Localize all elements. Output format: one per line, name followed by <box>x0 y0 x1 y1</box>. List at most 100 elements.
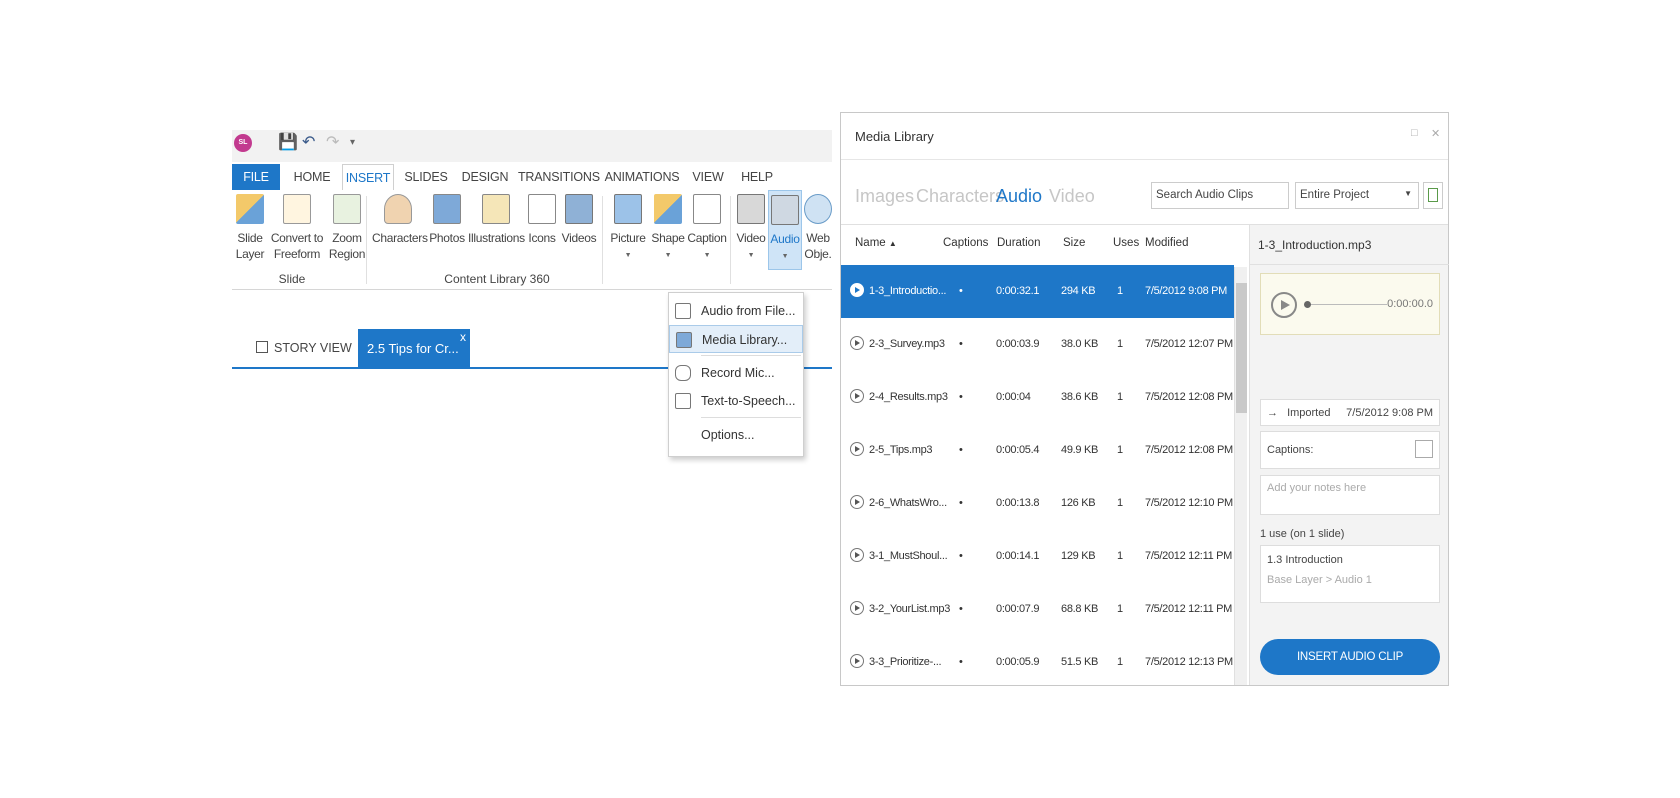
cell-uses: 1 <box>1117 285 1123 297</box>
characters-button[interactable]: Characters <box>372 194 428 246</box>
play-icon[interactable] <box>850 495 864 509</box>
seek-handle[interactable] <box>1304 301 1311 308</box>
column-name[interactable]: Name ▲ <box>855 237 897 249</box>
convert-freeform-button[interactable]: Convert to Freeform <box>270 194 324 262</box>
column-duration[interactable]: Duration <box>997 237 1040 249</box>
table-row[interactable]: 3-2_YourList.mp3 • 0:00:07.9 68.8 KB 1 7/5/20… <box>841 583 1234 636</box>
play-icon[interactable] <box>850 389 864 403</box>
web-object-button[interactable]: Web Obje. <box>804 194 832 262</box>
audio-file-icon <box>675 303 691 319</box>
tab-animations[interactable]: ANIMATIONS <box>602 164 682 190</box>
cell-captions: • <box>959 603 963 615</box>
video-button[interactable]: Video ▼ <box>734 194 768 264</box>
seek-track[interactable] <box>1307 304 1387 305</box>
caption-button[interactable]: Caption ▼ <box>686 194 728 264</box>
hand-icon <box>528 194 556 224</box>
cell-size: 38.6 KB <box>1061 391 1099 403</box>
captions-import-button[interactable] <box>1415 440 1433 458</box>
slide-layer-button[interactable]: Slide Layer <box>232 194 268 262</box>
story-view-tab[interactable]: STORY VIEW <box>256 341 352 355</box>
table-row[interactable]: 3-3_Prioritize-... • 0:00:05.9 51.5 KB 1 7/5/… <box>841 636 1234 689</box>
table-row[interactable]: 2-3_Survey.mp3 • 0:00:03.9 38.0 KB 1 7/5/2012… <box>841 318 1234 371</box>
menu-item-media-library[interactable]: Media Library... <box>669 325 803 353</box>
tab-slides[interactable]: SLIDES <box>400 164 452 190</box>
tab-transitions[interactable]: TRANSITIONS <box>518 164 600 190</box>
audio-button[interactable]: Audio ▼ <box>768 190 802 270</box>
cell-name: 3-3_Prioritize-... <box>869 656 942 668</box>
imported-label: Imported <box>1287 407 1331 419</box>
picture-icon <box>614 194 642 224</box>
globe-icon <box>804 194 832 224</box>
close-icon[interactable]: ✕ <box>1431 127 1440 140</box>
close-icon[interactable]: x <box>460 317 466 357</box>
play-icon[interactable] <box>850 336 864 350</box>
chevron-down-icon: ▼ <box>624 252 632 259</box>
column-modified[interactable]: Modified <box>1145 237 1188 249</box>
column-captions[interactable]: Captions <box>943 237 988 249</box>
tab-view[interactable]: VIEW <box>690 164 726 190</box>
tab-images[interactable]: Images <box>855 186 914 207</box>
column-size[interactable]: Size <box>1063 237 1085 249</box>
picture-button[interactable]: Picture ▼ <box>608 194 648 264</box>
menu-item-audio-from-file[interactable]: Audio from File... <box>669 297 803 325</box>
save-icon[interactable]: 💾 <box>278 133 298 153</box>
videos-button[interactable]: Videos <box>560 194 598 246</box>
scrollbar-thumb[interactable] <box>1236 283 1247 413</box>
tab-audio[interactable]: Audio <box>996 186 1042 207</box>
cell-size: 38.0 KB <box>1061 338 1099 350</box>
table-row[interactable]: 2-4_Results.mp3 • 0:00:04 38.6 KB 1 7/5/2012 … <box>841 371 1234 424</box>
video-library-icon <box>565 194 593 224</box>
cell-duration: 0:00:03.9 <box>996 338 1040 350</box>
table-row[interactable]: 2-6_WhatsWro... • 0:00:13.8 126 KB 1 7/5/2012… <box>841 477 1234 530</box>
notes-textarea[interactable]: Add your notes here <box>1260 475 1440 515</box>
cell-size: 49.9 KB <box>1061 444 1099 456</box>
tab-help[interactable]: HELP <box>736 164 778 190</box>
icons-button[interactable]: Icons <box>526 194 558 246</box>
menu-item-text-to-speech[interactable]: Text-to-Speech... <box>669 387 803 415</box>
undo-icon[interactable]: ↶ <box>302 133 315 153</box>
play-icon[interactable] <box>850 442 864 456</box>
audio-label: Audio <box>770 232 800 246</box>
cell-name: 3-2_YourList.mp3 <box>869 603 951 615</box>
insert-audio-clip-button[interactable]: INSERT AUDIO CLIP <box>1260 639 1440 675</box>
shape-button[interactable]: Shape ▼ <box>650 194 686 264</box>
import-button[interactable] <box>1423 182 1443 209</box>
table-row[interactable]: 2-5_Tips.mp3 • 0:00:05.4 49.9 KB 1 7/5/2012 1… <box>841 424 1234 477</box>
cell-duration: 0:00:04 <box>996 391 1031 403</box>
cell-modified: 7/5/2012 12:10 PM <box>1145 497 1233 509</box>
illustrations-button[interactable]: Illustrations <box>468 194 525 246</box>
zoom-region-button[interactable]: Zoom Region <box>324 194 370 262</box>
tab-design[interactable]: DESIGN <box>458 164 512 190</box>
usage-slide[interactable]: 1.3 Introduction <box>1267 554 1433 566</box>
cell-modified: 7/5/2012 12:11 PM <box>1145 603 1233 615</box>
menu-divider <box>701 417 801 418</box>
cell-size: 68.8 KB <box>1061 603 1099 615</box>
play-icon[interactable] <box>850 283 864 297</box>
search-audio-input[interactable]: Search Audio Clips <box>1151 182 1289 209</box>
tab-video[interactable]: Video <box>1049 186 1095 207</box>
photos-button[interactable]: Photos <box>428 194 466 246</box>
tab-characters[interactable]: Characters <box>916 186 1004 207</box>
menu-item-label: Text-to-Speech... <box>701 394 796 408</box>
tab-file[interactable]: FILE <box>232 164 280 190</box>
menu-item-record-mic[interactable]: Record Mic... <box>669 359 803 387</box>
play-icon[interactable] <box>850 548 864 562</box>
column-uses[interactable]: Uses <box>1113 237 1139 249</box>
customize-qat-icon[interactable]: ▾ <box>350 133 355 153</box>
play-icon[interactable] <box>850 654 864 668</box>
tab-home[interactable]: HOME <box>288 164 336 190</box>
illustrations-label: Illustrations <box>468 231 525 245</box>
table-row[interactable]: 3-1_MustShoul... • 0:00:14.1 129 KB 1 7/5/201… <box>841 530 1234 583</box>
scope-select[interactable]: Entire Project ▼ <box>1295 182 1419 209</box>
menu-item-options[interactable]: Options... <box>669 421 803 449</box>
audio-clips-list: Name ▲ Captions Duration Size Uses Modif… <box>841 225 1249 685</box>
slide-tab[interactable]: 2.5 Tips for Cr... x <box>358 329 470 369</box>
play-icon[interactable] <box>850 601 864 615</box>
menu-item-label: Audio from File... <box>701 304 796 318</box>
play-icon[interactable] <box>1271 292 1297 318</box>
redo-icon[interactable]: ↷ <box>326 133 339 153</box>
maximize-icon[interactable]: □ <box>1411 127 1418 139</box>
tab-insert[interactable]: INSERT <box>342 164 394 190</box>
table-row[interactable]: 1-3_Introductio... • 0:00:32.1 294 KB 1 7/5/2… <box>841 265 1234 318</box>
vertical-scrollbar[interactable] <box>1234 267 1247 685</box>
